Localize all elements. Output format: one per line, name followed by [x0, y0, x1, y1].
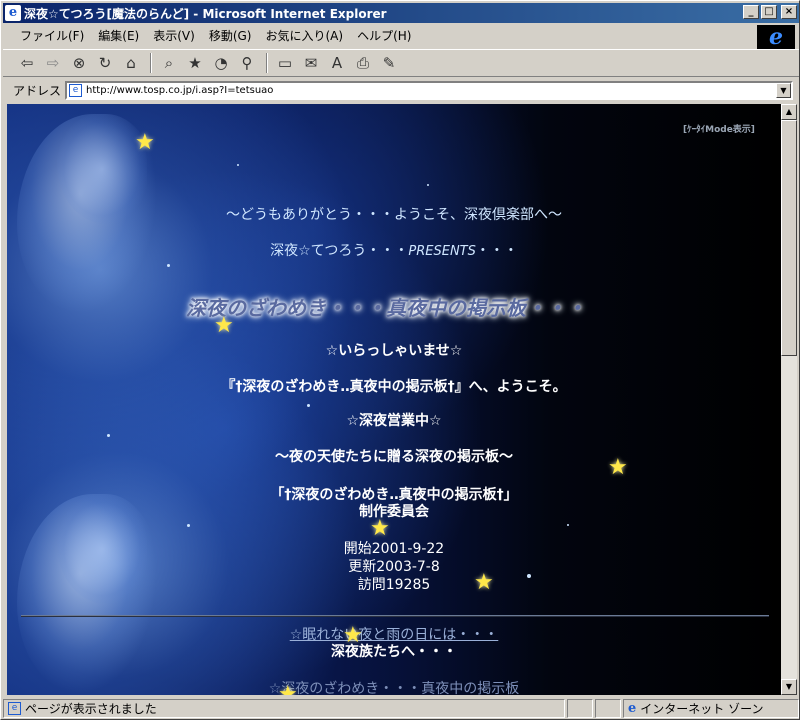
page-done-icon: e [8, 701, 21, 715]
globe-icon: e [628, 700, 637, 716]
ie-logo-icon: e [769, 24, 783, 50]
address-bar: アドレス e http://www.tosp.co.jp/i.asp?I=tet… [3, 79, 799, 101]
presents-word: PRESENTS [408, 244, 476, 259]
update-date: 更新2003-7-8 [348, 559, 440, 575]
presents-suffix: ・・・ [475, 243, 518, 259]
page-title: 深夜のざわめき・・・真夜中の掲示板・・・ [186, 296, 586, 320]
menu-file[interactable]: ファイル(F) [13, 27, 91, 44]
fullscreen-icon[interactable]: ▭ [273, 52, 297, 74]
font-icon[interactable]: A [325, 52, 349, 74]
start-date: 開始2001-9-22 [343, 541, 445, 557]
vertical-scrollbar[interactable]: ▲ ▼ [781, 104, 797, 695]
sparkle [567, 524, 569, 526]
fairy-illustration [17, 494, 157, 694]
star-icon: ★ [278, 682, 298, 696]
menu-help[interactable]: ヘルプ(H) [350, 27, 418, 44]
ie-throbber-logo: e [757, 24, 795, 50]
welcome-line: ☆いらっしゃいませ☆ [325, 343, 463, 359]
refresh-icon[interactable]: ↻ [93, 52, 117, 74]
mail-icon[interactable]: ✉ [299, 52, 323, 74]
status-text: ページが表示されました [25, 701, 157, 716]
menu-bar: ファイル(F) 編集(E) 表示(V) 移動(G) お気に入り(A) ヘルプ(H… [3, 25, 748, 45]
presents-line: 深夜☆てつろう・・・PRESENTS・・・ [7, 240, 781, 260]
star-icon: ★ [214, 313, 234, 338]
back-icon[interactable]: ⇦ [15, 52, 39, 74]
search-icon[interactable]: ⌕ [157, 52, 181, 74]
divider [21, 615, 769, 617]
star-icon: ★ [608, 455, 628, 480]
address-label: アドレス [13, 83, 62, 98]
tagline: ～夜の天使たちに贈る深夜の掲示板～ [275, 449, 513, 465]
menu-favorites[interactable]: お気に入り(A) [258, 27, 350, 44]
status-bar: e ページが表示されました e インターネット ゾーン [3, 697, 799, 719]
page-icon: e [69, 83, 83, 97]
toolbar: ⇦ ⇨ ⊗ ↻ ⌂ ⌕ ★ ◔ ⚲ ▭ ✉ A ⎙ ✎ [3, 49, 799, 77]
sparkle [167, 264, 170, 267]
presents-prefix: 深夜☆てつろう・・・ [270, 243, 409, 259]
open-status-line: ☆深夜営業中☆ [346, 413, 442, 429]
channels-icon[interactable]: ⚲ [235, 52, 259, 74]
greeting-line: ～どうもありがとう・・・ようこそ、深夜倶楽部へ～ [226, 207, 562, 223]
star-icon: ★ [135, 130, 155, 155]
menu-edit[interactable]: 編集(E) [91, 27, 146, 44]
edit-icon[interactable]: ✎ [377, 52, 401, 74]
menu-view[interactable]: 表示(V) [146, 27, 202, 44]
sparkle [237, 164, 239, 166]
toolbar-separator [150, 53, 152, 73]
minimize-button[interactable]: _ [743, 5, 759, 19]
sparkle [107, 434, 110, 437]
star-icon: ★ [370, 516, 390, 541]
close-button[interactable]: × [781, 5, 797, 19]
print-icon[interactable]: ⎙ [351, 52, 375, 74]
zone-text: インターネット ゾーン [640, 701, 764, 716]
star-icon: ★ [474, 570, 494, 595]
address-dropdown-icon[interactable]: ▼ [776, 82, 791, 98]
title-bar[interactable]: e 深夜☆てつろう[魔法のらんど] - Microsoft Internet E… [3, 3, 799, 23]
status-message: e ページが表示されました [3, 698, 565, 718]
sparkle [187, 524, 190, 527]
browser-window: e 深夜☆てつろう[魔法のらんど] - Microsoft Internet E… [0, 0, 800, 720]
window-title: 深夜☆てつろう[魔法のらんど] - Microsoft Internet Exp… [24, 6, 387, 21]
page-content: [ｹｰﾀｲMode表示] ～どうもありがとう・・・ようこそ、深夜倶楽部へ～ 深夜… [7, 104, 781, 695]
menu-go[interactable]: 移動(G) [202, 27, 259, 44]
home-icon[interactable]: ⌂ [119, 52, 143, 74]
keitai-mode-link[interactable]: [ｹｰﾀｲMode表示] [683, 122, 755, 135]
sparkle [307, 404, 310, 407]
maximize-button[interactable]: □ [761, 5, 777, 19]
address-input[interactable]: e http://www.tosp.co.jp/i.asp?I=tetsuao … [65, 80, 793, 100]
stop-icon[interactable]: ⊗ [67, 52, 91, 74]
status-cell [567, 698, 593, 718]
night-tribe-line: 深夜族たちへ・・・ [331, 644, 457, 660]
star-icon: ★ [343, 623, 363, 648]
scroll-up-icon[interactable]: ▲ [781, 104, 797, 120]
favorites-icon[interactable]: ★ [183, 52, 207, 74]
ie-icon: e [5, 5, 21, 21]
security-zone: e インターネット ゾーン [623, 698, 799, 718]
bbs-link[interactable]: ☆深夜のざわめき・・・真夜中の掲示板 [7, 678, 781, 695]
forward-icon[interactable]: ⇨ [41, 52, 65, 74]
committee-name: 制作委員会 [359, 504, 429, 520]
history-icon[interactable]: ◔ [209, 52, 233, 74]
scroll-down-icon[interactable]: ▼ [781, 679, 797, 695]
intro-line: 『†深夜のざわめき‥真夜中の掲示板†』へ、ようこそ。 [221, 379, 567, 395]
visit-counter: 訪問19285 [357, 577, 431, 593]
status-cell [595, 698, 621, 718]
scroll-thumb[interactable] [781, 120, 797, 356]
sparkle [427, 184, 429, 186]
toolbar-separator [266, 53, 268, 73]
address-url[interactable]: http://www.tosp.co.jp/i.asp?I=tetsuao [86, 85, 776, 96]
